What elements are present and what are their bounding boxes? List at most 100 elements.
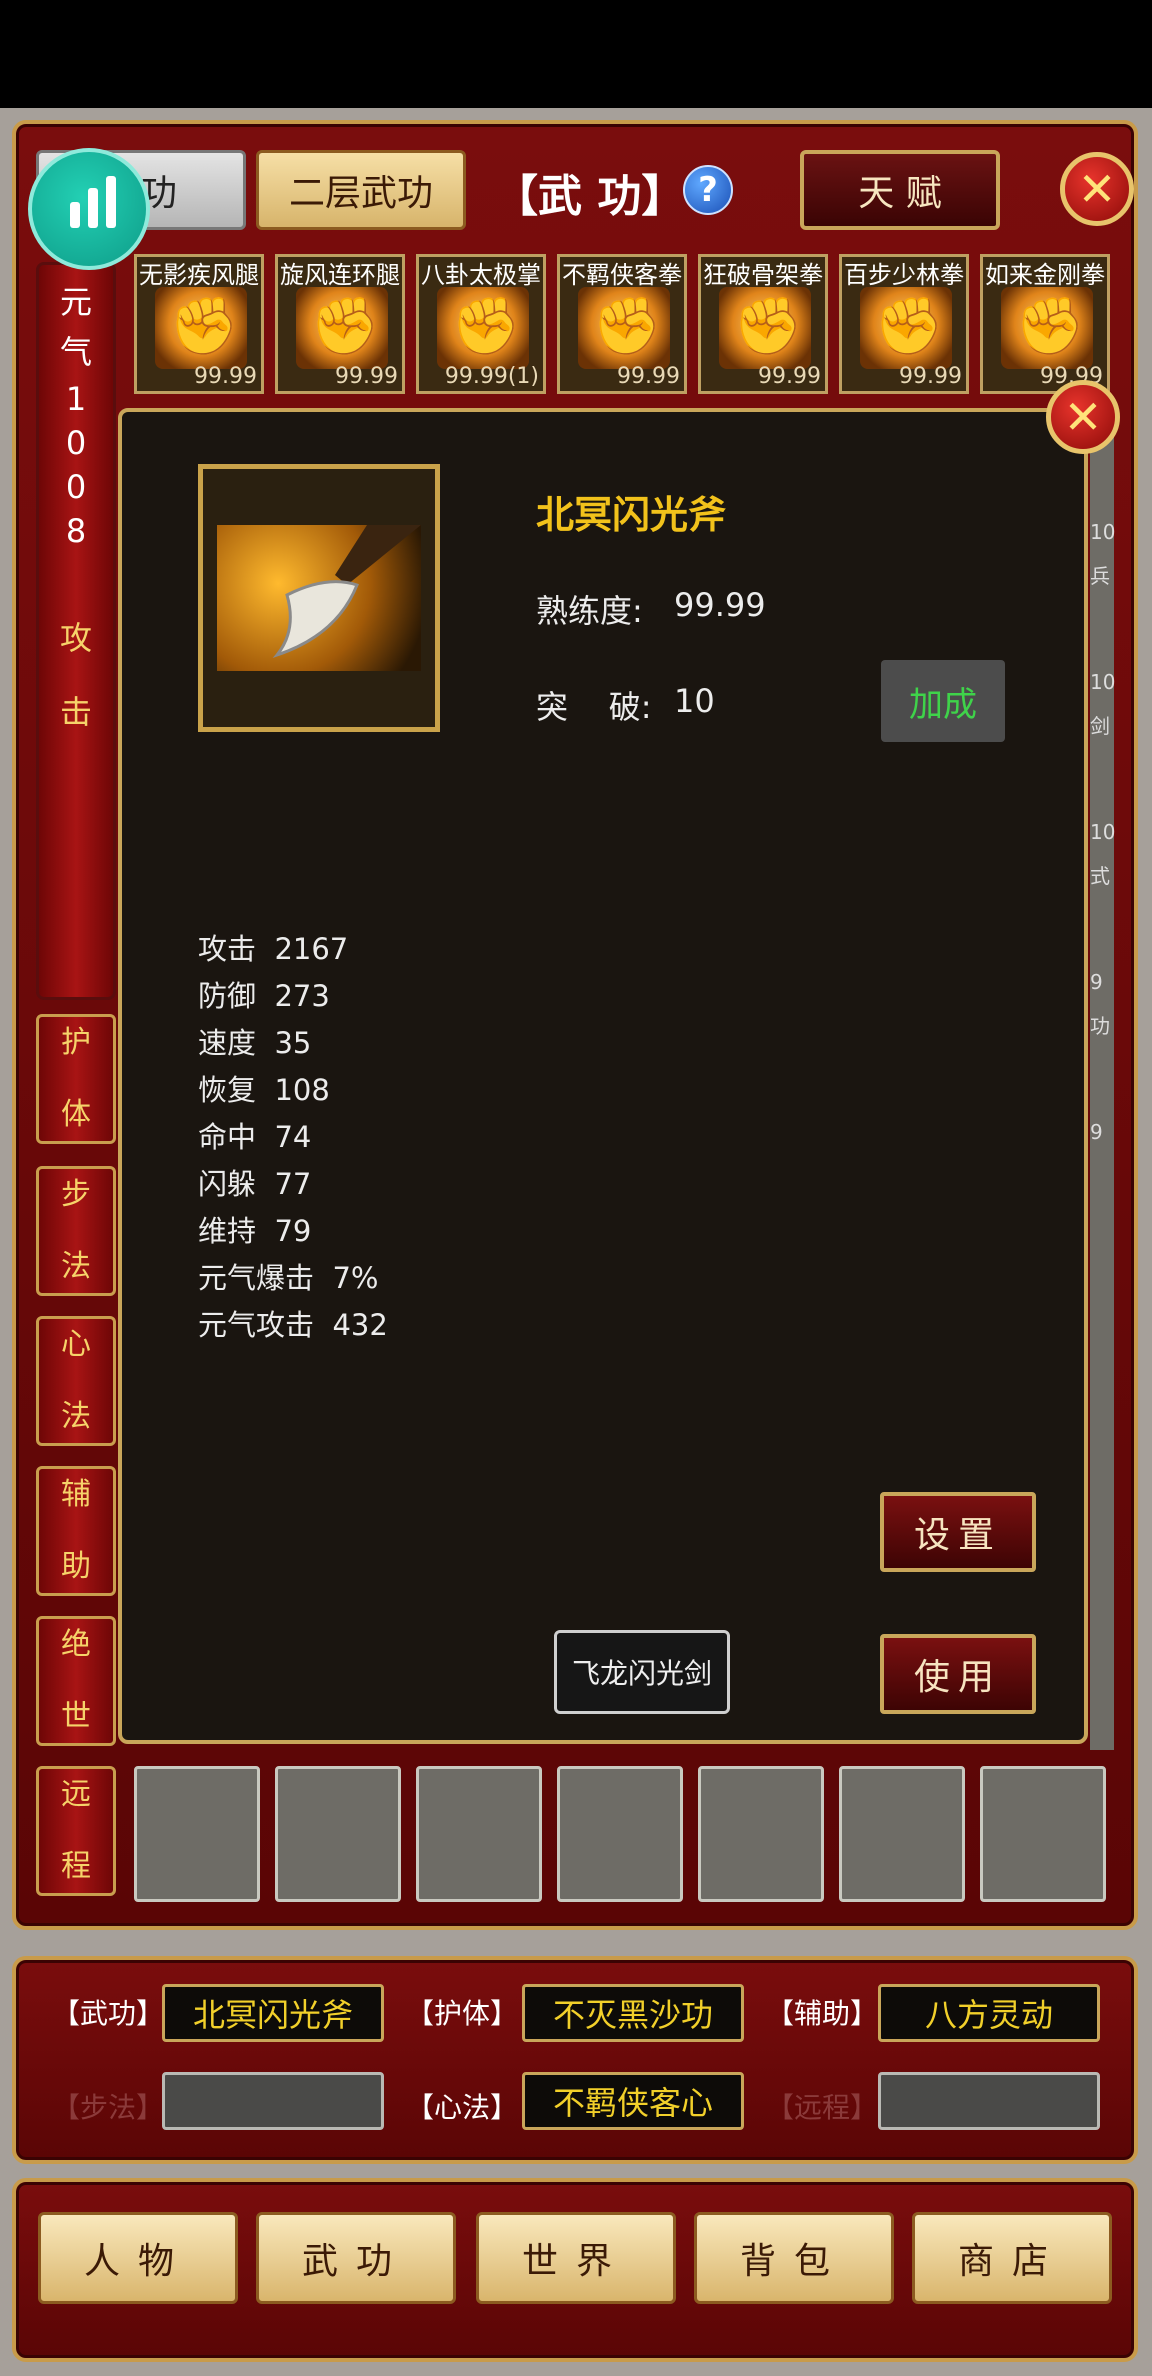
side-tab-assist[interactable]: 辅助 bbox=[36, 1466, 116, 1596]
stat-row: 元气攻击 432 bbox=[198, 1302, 388, 1349]
side-tab-char: 绝 bbox=[61, 1627, 91, 1662]
stat-label: 元气爆击 bbox=[198, 1261, 315, 1295]
empty-slot[interactable] bbox=[980, 1766, 1106, 1902]
side-tab-footwork[interactable]: 步法 bbox=[36, 1166, 116, 1296]
empty-slot[interactable] bbox=[839, 1766, 965, 1902]
tab-talent[interactable]: 天 赋 bbox=[800, 150, 1000, 230]
side-tab-char: 助 bbox=[61, 1549, 91, 1584]
stat-label: 命中 bbox=[198, 1120, 257, 1154]
equip-slot-assist[interactable]: 八方灵动 bbox=[878, 1984, 1100, 2042]
skill-slot[interactable]: 如来金刚拳99.99 bbox=[980, 254, 1110, 394]
equip-label: 【步法】 bbox=[52, 2091, 165, 2124]
stat-row: 元气爆击 7% bbox=[198, 1255, 388, 1302]
equip-label: 【辅助】 bbox=[766, 1997, 879, 2030]
use-button[interactable]: 使用 bbox=[880, 1634, 1036, 1714]
tab-second-layer[interactable]: 二层武功 bbox=[256, 150, 466, 230]
fist-icon bbox=[155, 287, 247, 369]
stat-label: 闪躲 bbox=[198, 1167, 257, 1201]
tab-second-layer-label: 二层武功 bbox=[288, 173, 433, 214]
skill-slot[interactable]: 旋风连环腿 99.99 bbox=[275, 254, 405, 394]
equip-slot-footwork[interactable] bbox=[162, 2072, 384, 2130]
empty-slot[interactable] bbox=[134, 1766, 260, 1902]
fist-icon bbox=[719, 287, 811, 369]
energy-char: 1 bbox=[65, 380, 87, 418]
side-tab-char: 法 bbox=[61, 1249, 91, 1284]
skill-name: 狂破骨架拳 bbox=[703, 261, 823, 289]
fist-icon bbox=[860, 287, 952, 369]
equip-label: 【心法】 bbox=[406, 2091, 519, 2124]
equip-slot-ranged[interactable] bbox=[878, 2072, 1100, 2130]
stat-value: 7% bbox=[332, 1261, 379, 1295]
strip-text: 式 bbox=[1090, 864, 1110, 888]
stat-label: 恢复 bbox=[198, 1073, 257, 1107]
settings-button[interactable]: 设置 bbox=[880, 1492, 1036, 1572]
energy-char: 元 bbox=[59, 283, 92, 321]
fist-icon bbox=[296, 287, 388, 369]
side-tab-mind[interactable]: 心法 bbox=[36, 1316, 116, 1446]
switch-weapon-button[interactable]: 飞龙闪光剑 bbox=[554, 1630, 730, 1714]
nav-martial-arts[interactable]: 武功 bbox=[256, 2212, 456, 2304]
side-tab-char: 远 bbox=[61, 1777, 91, 1812]
equip-slot-body-guard[interactable]: 不灭黑沙功 bbox=[522, 1984, 744, 2042]
strip-text: 兵 bbox=[1090, 564, 1110, 588]
skill-name: 八卦太极掌 bbox=[421, 261, 541, 289]
empty-slot[interactable] bbox=[698, 1766, 824, 1902]
proficiency-label: 熟练度: bbox=[536, 592, 643, 630]
side-tab-body-guard[interactable]: 护体 bbox=[36, 1014, 116, 1144]
dialog-close-icon[interactable]: ✕ bbox=[1046, 380, 1120, 454]
status-bar bbox=[0, 0, 1152, 108]
skill-slot[interactable]: 无影疾风腿 99.99 bbox=[134, 254, 264, 394]
skill-name: 百步少林拳 bbox=[844, 261, 964, 289]
skill-slot[interactable]: 百步少林拳 99.99 bbox=[839, 254, 969, 394]
help-icon[interactable]: ? bbox=[683, 165, 733, 215]
stat-row: 速度 35 bbox=[198, 1020, 388, 1067]
stat-row: 攻击 2167 bbox=[198, 926, 388, 973]
empty-slot[interactable] bbox=[416, 1766, 542, 1902]
skill-value: 99.99 bbox=[758, 364, 821, 389]
close-icon[interactable]: ✕ bbox=[1060, 152, 1134, 226]
nav-backpack[interactable]: 背包 bbox=[694, 2212, 894, 2304]
bonus-button[interactable]: 加成 bbox=[881, 660, 1005, 742]
stat-row: 防御 273 bbox=[198, 973, 388, 1020]
stat-value: 74 bbox=[274, 1120, 312, 1154]
skill-name: 无影疾风腿 bbox=[139, 261, 259, 289]
side-tab-char: 程 bbox=[61, 1849, 91, 1884]
skill-value: 99.99 bbox=[617, 364, 680, 389]
tab-talent-label: 天 赋 bbox=[858, 173, 942, 214]
nav-world[interactable]: 世界 bbox=[476, 2212, 676, 2304]
fist-icon bbox=[578, 287, 670, 369]
side-tab-char: 世 bbox=[61, 1699, 91, 1734]
stat-value: 77 bbox=[274, 1167, 312, 1201]
energy-char: 气 bbox=[59, 333, 92, 371]
stat-value: 108 bbox=[274, 1073, 330, 1107]
item-icon-frame bbox=[198, 464, 440, 732]
empty-slot[interactable] bbox=[275, 1766, 401, 1902]
strip-text: 10 bbox=[1090, 670, 1116, 694]
stat-value: 2167 bbox=[274, 932, 349, 966]
attack-char: 攻 bbox=[59, 619, 92, 657]
strip-text: 9 bbox=[1090, 1120, 1103, 1144]
equip-slot-mind[interactable]: 不羁侠客心 bbox=[522, 2072, 744, 2130]
nav-shop[interactable]: 商店 bbox=[912, 2212, 1112, 2304]
nav-character[interactable]: 人物 bbox=[38, 2212, 238, 2304]
stat-row: 闪躲 77 bbox=[198, 1161, 388, 1208]
equip-label: 【武功】 bbox=[52, 1997, 165, 2030]
break-label: 突 破: bbox=[536, 688, 652, 726]
equip-label: 【远程】 bbox=[766, 2091, 879, 2124]
skill-slot[interactable]: 八卦太极掌 99.99(1) bbox=[416, 254, 546, 394]
side-tab-ranged[interactable]: 远程 bbox=[36, 1766, 116, 1896]
axe-icon bbox=[217, 525, 421, 671]
floating-stats-button[interactable] bbox=[28, 148, 150, 270]
empty-slot[interactable] bbox=[557, 1766, 683, 1902]
skill-value: 99.99 bbox=[194, 364, 257, 389]
skill-slot[interactable]: 狂破骨架拳 99.99 bbox=[698, 254, 828, 394]
side-tab-ultimate[interactable]: 绝世 bbox=[36, 1616, 116, 1746]
skill-name: 不羁侠客拳 bbox=[562, 261, 682, 289]
equip-slot-martial[interactable]: 北冥闪光斧 bbox=[162, 1984, 384, 2042]
strip-text: 9 bbox=[1090, 970, 1103, 994]
page-title: 【武 功】 bbox=[494, 171, 686, 222]
skill-name: 旋风连环腿 bbox=[280, 261, 400, 289]
skill-slot[interactable]: 不羁侠客拳 99.99 bbox=[557, 254, 687, 394]
attack-char: 击 bbox=[59, 693, 92, 731]
side-tab-char: 体 bbox=[61, 1097, 91, 1132]
